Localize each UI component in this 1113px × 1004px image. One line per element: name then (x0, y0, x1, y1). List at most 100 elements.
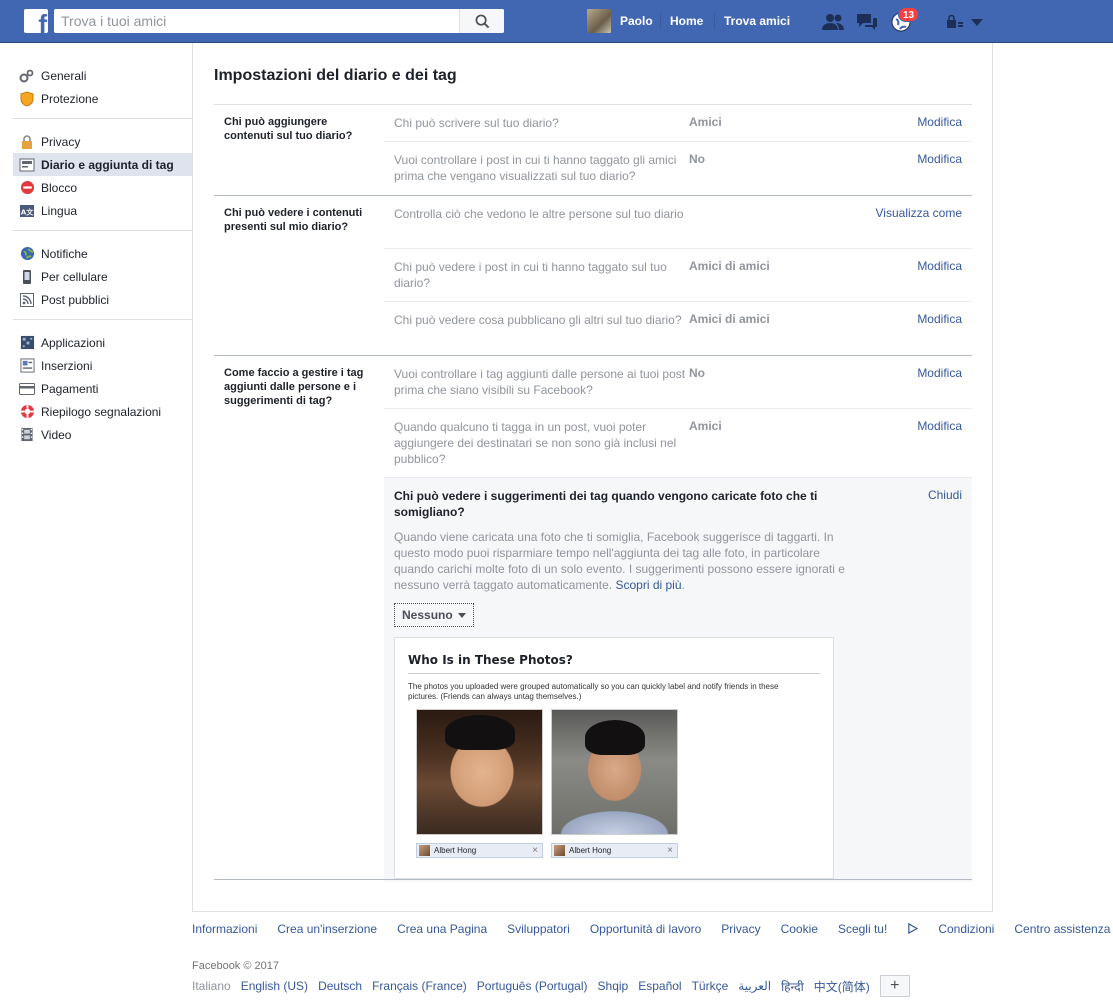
current-language: Italiano (192, 979, 231, 993)
friend-requests-icon[interactable] (820, 10, 846, 34)
setting-row[interactable]: Quando qualcuno ti tagga in un post, vuo… (384, 409, 972, 478)
footer-link-centro-assistenza[interactable]: Centro assistenza (1014, 922, 1110, 936)
language-link[interactable]: Shqip (598, 979, 629, 993)
setting-value (689, 206, 839, 238)
setting-value: Amici (689, 115, 722, 129)
home-link[interactable]: Home (670, 14, 703, 28)
footer-link-lavoro[interactable]: Opportunità di lavoro (590, 922, 701, 936)
footer-link-crea-inserzione[interactable]: Crea un'inserzione (277, 922, 377, 936)
sidebar-item-protezione[interactable]: Protezione (13, 87, 192, 110)
language-selector: Italiano English (US) Deutsch Français (… (192, 975, 910, 997)
tag-suggestions-panel: Chi può vedere i suggerimenti dei tag qu… (384, 478, 972, 882)
view-as-link[interactable]: Visualizza come (839, 206, 962, 238)
setting-row[interactable]: Vuoi controllare i tag aggiunti dalle pe… (384, 356, 972, 409)
learn-more-link[interactable]: Scopri di più (615, 578, 681, 592)
language-link[interactable]: हिन्दी (781, 978, 804, 995)
find-friends-link[interactable]: Trova amici (724, 14, 790, 28)
footer-link-condizioni[interactable]: Condizioni (938, 922, 994, 936)
language-link[interactable]: Türkçe (692, 979, 729, 993)
sidebar-item-label: Inserzioni (41, 358, 93, 373)
sidebar-item-pagamenti[interactable]: Pagamenti (13, 377, 192, 400)
sidebar-item-post-pubblici[interactable]: Post pubblici (13, 288, 192, 311)
footer-link-cookie[interactable]: Cookie (781, 922, 818, 936)
close-link[interactable]: Chiudi (928, 488, 962, 502)
setting-row[interactable]: Controlla ciò che vedono le altre person… (384, 196, 972, 249)
shield-icon (19, 90, 35, 107)
sidebar-item-blocco[interactable]: Blocco (13, 176, 192, 199)
tag-suggestion-preview: Who Is in These Photos? The photos you u… (394, 637, 834, 879)
more-languages-button[interactable]: + (879, 975, 910, 997)
setting-value: Amici di amici (689, 312, 770, 326)
profile-link[interactable]: Paolo (587, 9, 653, 33)
facebook-logo[interactable]: f (24, 9, 48, 33)
language-link[interactable]: Português (Portugal) (477, 979, 588, 993)
setting-row[interactable]: Chi può vedere cosa pubblicano gli altri… (384, 302, 972, 355)
search-input[interactable] (54, 9, 459, 33)
settings-section: Chi può aggiungere contenuti sul tuo dia… (214, 105, 972, 196)
remove-tag-icon: × (667, 845, 673, 856)
sidebar-item-notifiche[interactable]: Notifiche (13, 242, 192, 265)
search-bar (54, 9, 504, 33)
edit-link[interactable]: Modifica (839, 366, 962, 398)
language-link[interactable]: Deutsch (318, 979, 362, 993)
footer-link-crea-pagina[interactable]: Crea una Pagina (397, 922, 487, 936)
support-icon (19, 404, 35, 420)
sidebar-item-timeline-tagging[interactable]: Diario e aggiunta di tag (13, 153, 192, 176)
sidebar-item-privacy[interactable]: Privacy (13, 130, 192, 153)
account-menu-icon[interactable] (964, 10, 990, 34)
edit-link[interactable]: Modifica (839, 259, 962, 291)
copyright: Facebook © 2017 (192, 960, 279, 972)
footer-link-informazioni[interactable]: Informazioni (192, 922, 257, 936)
footer-link-scegli-tu[interactable]: Scegli tu! (837, 922, 919, 936)
edit-link[interactable]: Modifica (839, 419, 962, 467)
sidebar-item-label: Generali (41, 68, 87, 83)
footer-link-privacy[interactable]: Privacy (721, 922, 760, 936)
sidebar-group-notifications: Notifiche Per cellulare Post pubblici (13, 240, 192, 320)
settings-sidebar: Generali Protezione Privacy Diario e agg… (13, 62, 192, 463)
sidebar-item-lingua[interactable]: A文 Lingua (13, 199, 192, 222)
settings-content: Impostazioni del diario e dei tag Chi pu… (192, 43, 993, 912)
sidebar-group-general: Generali Protezione (13, 62, 192, 119)
remove-tag-icon: × (532, 845, 538, 856)
tag-name: Albert Hong (569, 846, 612, 855)
edit-link[interactable]: Modifica (839, 152, 962, 185)
section-label: Come faccio a gestire i tag aggiunti dal… (224, 367, 364, 407)
setting-question: Chi può vedere i post in cui ti hanno ta… (394, 260, 667, 290)
photo-detail (444, 714, 515, 750)
sidebar-item-generali[interactable]: Generali (13, 64, 192, 87)
edit-link[interactable]: Modifica (839, 312, 962, 345)
language-link[interactable]: 中文(简体) (814, 978, 870, 995)
setting-value: No (689, 366, 705, 380)
sidebar-item-applicazioni[interactable]: Applicazioni (13, 331, 192, 354)
sidebar-item-riepilogo-segnalazioni[interactable]: Riepilogo segnalazioni (13, 400, 192, 423)
footer-link-sviluppatori[interactable]: Sviluppatori (507, 922, 570, 936)
nav-divider (660, 13, 661, 29)
language-link[interactable]: العربية (738, 979, 771, 993)
sidebar-item-label: Protezione (41, 91, 99, 106)
audience-dropdown[interactable]: Nessuno (394, 603, 474, 627)
setting-row[interactable]: Chi può scrivere sul tuo diario? Amici M… (384, 105, 972, 142)
notifications-badge: 13 (898, 7, 920, 22)
card-icon (19, 381, 35, 397)
settings-section: Chi può vedere i contenuti presenti sul … (214, 196, 972, 356)
top-bar: f Paolo Home Trova amici 13 (0, 0, 1113, 43)
edit-link[interactable]: Modifica (839, 115, 962, 131)
setting-value: Amici (689, 419, 722, 433)
timeline-icon (19, 157, 35, 173)
language-icon: A文 (19, 203, 35, 219)
sidebar-item-inserzioni[interactable]: Inserzioni (13, 354, 192, 377)
messages-icon[interactable] (854, 10, 880, 34)
language-link[interactable]: Español (638, 979, 681, 993)
scegli-tu-label: Scegli tu! (837, 922, 888, 936)
panel-title: Chi può vedere i suggerimenti dei tag qu… (394, 489, 818, 519)
setting-row[interactable]: Vuoi controllare i post in cui ti hanno … (384, 142, 972, 195)
sidebar-item-video[interactable]: Video (13, 423, 192, 446)
caret-down-icon (457, 612, 466, 618)
mobile-icon (19, 269, 35, 285)
setting-row[interactable]: Chi può vedere i post in cui ti hanno ta… (384, 249, 972, 302)
sidebar-item-label: Video (41, 427, 72, 442)
search-button[interactable] (459, 9, 504, 33)
language-link[interactable]: Français (France) (372, 979, 467, 993)
sidebar-item-cellulare[interactable]: Per cellulare (13, 265, 192, 288)
language-link[interactable]: English (US) (241, 979, 308, 993)
